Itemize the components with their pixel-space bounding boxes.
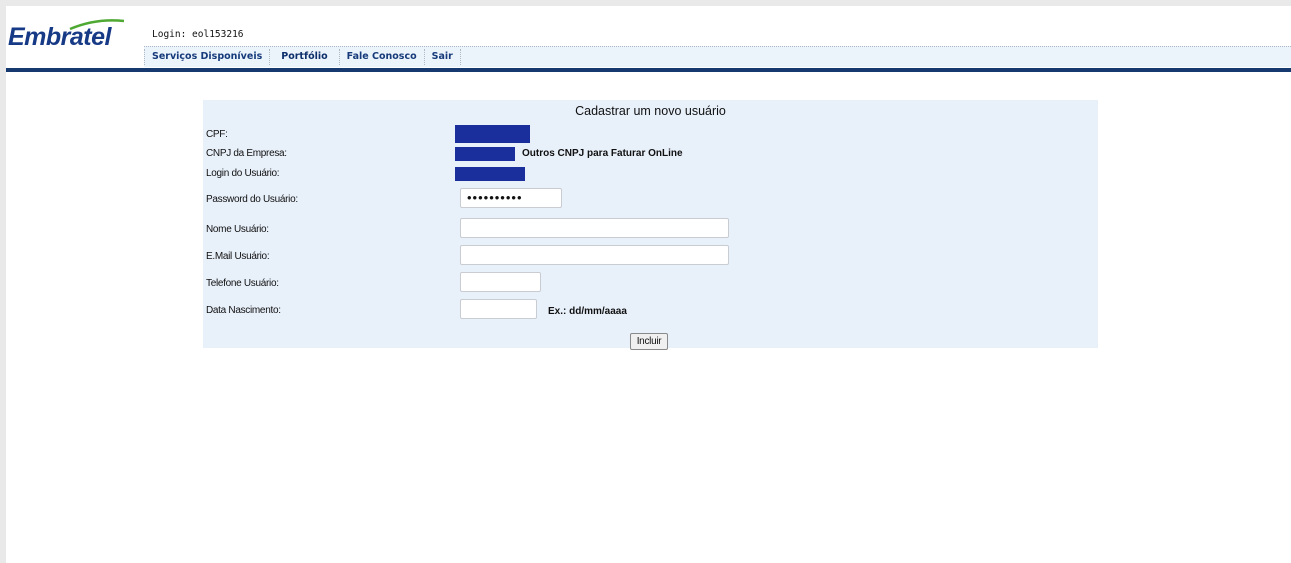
email-label: E.Mail Usuário: xyxy=(206,251,270,262)
phone-input[interactable] xyxy=(460,272,541,292)
phone-label: Telefone Usuário: xyxy=(206,278,279,289)
logo-swoosh-icon xyxy=(69,19,125,31)
nav-item-portfolio[interactable]: Portfólio xyxy=(269,49,338,65)
cpf-label: CPF: xyxy=(206,129,228,140)
birthdate-input[interactable] xyxy=(460,299,537,319)
cnpj-redacted-value xyxy=(455,147,515,161)
page: Embratel Login: eol153216 Serviços Dispo… xyxy=(6,6,1291,563)
new-user-form: Cadastrar um novo usuário CPF: CNPJ da E… xyxy=(203,100,1098,350)
nav-item-fale-conosco[interactable]: Fale Conosco xyxy=(338,49,424,65)
cpf-redacted-value xyxy=(455,125,530,143)
login-label: Login do Usuário: xyxy=(206,168,280,179)
login-info: Login: eol153216 xyxy=(152,29,244,40)
cnpj-label: CNPJ da Empresa: xyxy=(206,148,287,159)
header-rule xyxy=(6,68,1291,72)
nav-divider xyxy=(459,49,461,65)
nav-item-servicos[interactable]: Serviços Disponíveis xyxy=(144,49,269,65)
form-title: Cadastrar um novo usuário xyxy=(575,104,726,118)
nav-item-sair[interactable]: Sair xyxy=(423,49,460,65)
password-field[interactable]: •••••••••• xyxy=(460,188,562,208)
name-label: Nome Usuário: xyxy=(206,224,269,235)
login-redacted-value xyxy=(455,167,525,181)
password-dots: •••••••••• xyxy=(467,190,523,205)
email-input[interactable] xyxy=(460,245,729,265)
password-label: Password do Usuário: xyxy=(206,194,298,205)
name-input[interactable] xyxy=(460,218,729,238)
nav-bar: Serviços Disponíveis Portfólio Fale Cono… xyxy=(144,46,1291,67)
birthdate-label: Data Nascimento: xyxy=(206,305,281,316)
birthdate-hint: Ex.: dd/mm/aaaa xyxy=(548,306,627,317)
incluir-button[interactable]: Incluir xyxy=(630,333,668,350)
cnpj-extra-link[interactable]: Outros CNPJ para Faturar OnLine xyxy=(522,148,683,159)
